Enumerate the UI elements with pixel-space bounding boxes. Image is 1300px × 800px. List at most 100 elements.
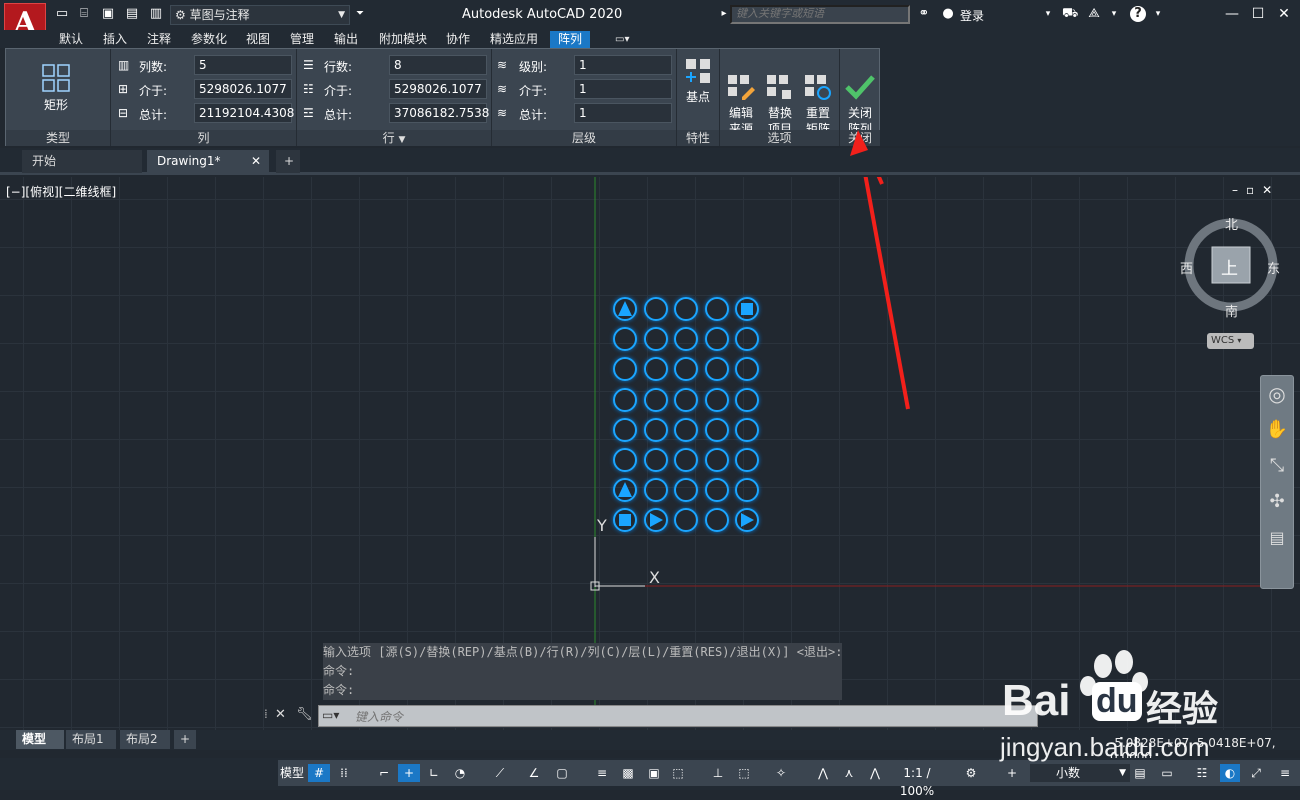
maximize-icon[interactable]: ☐	[1248, 4, 1268, 24]
rows-count-field[interactable]: 8	[389, 55, 487, 75]
grip-tri-icon[interactable]	[615, 299, 635, 319]
clean-screen-icon[interactable]: ⤢	[1246, 764, 1266, 782]
array-item-circle[interactable]	[704, 327, 729, 352]
rows-between-field[interactable]: 5298026.1077	[389, 79, 487, 99]
annotation-scale-icon[interactable]: ⋀	[864, 764, 886, 782]
ortho-icon[interactable]: ∟	[424, 764, 444, 782]
workspace-dropdown[interactable]: ⚙ 草图与注释 ▼	[170, 5, 350, 25]
plot-icon[interactable]: ▥	[148, 6, 164, 22]
viewport-label[interactable]: [−][俯视][二维线框]	[6, 183, 116, 200]
tab-featured-apps[interactable]: 精选应用	[487, 31, 541, 48]
array-item-circle[interactable]	[643, 508, 668, 533]
array-item-circle[interactable]	[735, 478, 759, 503]
quick-properties-icon[interactable]: ▤	[1130, 764, 1150, 782]
isodraft-icon[interactable]: ⟋	[490, 764, 510, 782]
tab-addins[interactable]: 附加模块	[376, 31, 430, 48]
viewcube-face-top[interactable]: 上	[1221, 254, 1238, 279]
infer-constraints-icon[interactable]: ⌐	[374, 764, 394, 782]
connect-icon[interactable]: ⟁	[1086, 6, 1102, 22]
transparency-icon[interactable]: ▩	[618, 764, 638, 782]
layout-tab-layout2[interactable]: 布局2	[120, 730, 170, 749]
tab-default[interactable]: 默认	[56, 31, 86, 48]
grip-play-icon[interactable]	[737, 510, 757, 530]
columns-total-field[interactable]: 21192104.4308	[194, 103, 294, 123]
tab-collaborate[interactable]: 协作	[443, 31, 473, 48]
tab-manage[interactable]: 管理	[287, 31, 317, 48]
levels-count-field[interactable]: 1	[574, 55, 672, 75]
array-item-circle[interactable]	[643, 297, 668, 321]
save-icon[interactable]: ▣	[100, 6, 116, 22]
workspace-gear-icon[interactable]: ⚙	[960, 764, 982, 782]
array-item-circle[interactable]	[735, 387, 759, 412]
tab-array[interactable]: 阵列	[550, 31, 590, 48]
dynamic-input-icon[interactable]: +	[398, 764, 420, 782]
panel-title-rows[interactable]: 行 ▼	[297, 130, 491, 146]
array-item-circle[interactable]	[674, 387, 698, 412]
object-snap-icon[interactable]: ▢	[552, 764, 572, 782]
array-item-circle[interactable]	[735, 448, 759, 472]
units-dropdown[interactable]: 小数 ▼	[1030, 764, 1130, 782]
array-item-circle[interactable]	[674, 297, 698, 321]
snap-icon[interactable]: ⁞⁞	[334, 764, 354, 782]
tab-insert[interactable]: 插入	[100, 31, 130, 48]
new-file-icon[interactable]: ▭	[54, 6, 70, 22]
array-item-circle[interactable]	[613, 387, 637, 412]
chevron-down-icon[interactable]: ▾	[1150, 6, 1166, 22]
hardware-acceleration-icon[interactable]: ◐	[1220, 764, 1240, 782]
object-snap-tracking-icon[interactable]: ∠	[524, 764, 544, 782]
close-icon[interactable]: ✕	[1274, 4, 1294, 24]
close-icon[interactable]: ✕	[275, 707, 286, 722]
pan-hand-icon[interactable]: ✋	[1261, 412, 1293, 448]
selection-cycling-icon[interactable]: ▣	[644, 764, 664, 782]
array-item-circle[interactable]	[674, 417, 698, 442]
columns-count-field[interactable]: 5	[194, 55, 292, 75]
viewport-controls[interactable]: –▫✕	[1232, 183, 1280, 197]
grip-play-icon[interactable]	[646, 510, 666, 530]
command-line[interactable]: ▭▾	[318, 705, 1038, 727]
signin-link[interactable]: 登录	[960, 7, 984, 24]
annotation-monitor-icon[interactable]: +	[1002, 764, 1022, 782]
layout-tab-layout1[interactable]: 布局1	[66, 730, 116, 749]
ribbon-minimize-icon[interactable]: ▭▾	[612, 31, 632, 48]
user-icon[interactable]: ●	[940, 6, 956, 22]
array-item-circle[interactable]	[704, 448, 729, 472]
close-icon[interactable]: ✕	[251, 150, 261, 173]
lineweight-icon[interactable]: ≡	[592, 764, 612, 782]
compass-west[interactable]: 西	[1180, 258, 1193, 277]
array-item-circle[interactable]	[735, 508, 759, 533]
layout-tab-model[interactable]: 模型	[16, 730, 64, 749]
wcs-dropdown[interactable]: WCS ▾	[1207, 333, 1254, 349]
selection-filter-icon[interactable]: ⬚	[734, 764, 754, 782]
isolate-objects-icon[interactable]: ☷	[1192, 764, 1212, 782]
array-item-circle[interactable]	[704, 357, 729, 382]
compass-south[interactable]: 南	[1225, 301, 1238, 320]
basepoint-button[interactable]: 基点	[678, 57, 718, 105]
3d-osnap-icon[interactable]: ⬚	[668, 764, 688, 782]
array-item-circle[interactable]	[735, 297, 759, 321]
array-item-circle[interactable]	[704, 387, 729, 412]
compass-east[interactable]: 东	[1267, 258, 1280, 277]
open-folder-icon[interactable]: ⌸	[76, 6, 92, 22]
dynamic-ucs-icon[interactable]: ⊥	[708, 764, 728, 782]
levels-between-field[interactable]: 1	[574, 79, 672, 99]
array-item-circle[interactable]	[613, 297, 637, 321]
new-tab-plus-icon[interactable]: +	[276, 150, 300, 173]
array-item-circle[interactable]	[643, 417, 668, 442]
save-as-icon[interactable]: ▤	[124, 6, 140, 22]
grip-icon[interactable]: ⁞	[264, 707, 268, 721]
array-item-circle[interactable]	[643, 327, 668, 352]
gizmo-icon[interactable]: ✧	[770, 764, 792, 782]
viewcube[interactable]: 北 南 东 西 上	[1180, 217, 1280, 320]
minimize-icon[interactable]: —	[1222, 4, 1242, 24]
array-item-circle[interactable]	[674, 478, 698, 503]
rows-total-field[interactable]: 37086182.7538	[389, 103, 489, 123]
tab-annotate[interactable]: 注释	[144, 31, 174, 48]
array-item-circle[interactable]	[735, 327, 759, 352]
customize-toolbar-icon[interactable]: ⏷	[352, 6, 368, 22]
grid-toggle-icon[interactable]: #	[308, 764, 330, 782]
array-item-circle[interactable]	[613, 508, 637, 533]
doctab-start[interactable]: 开始	[22, 150, 142, 173]
showmotion-icon[interactable]: ▤	[1261, 520, 1293, 556]
binoculars-icon[interactable]: ⚭	[916, 6, 932, 22]
doctab-drawing1[interactable]: Drawing1* ✕	[147, 150, 269, 173]
